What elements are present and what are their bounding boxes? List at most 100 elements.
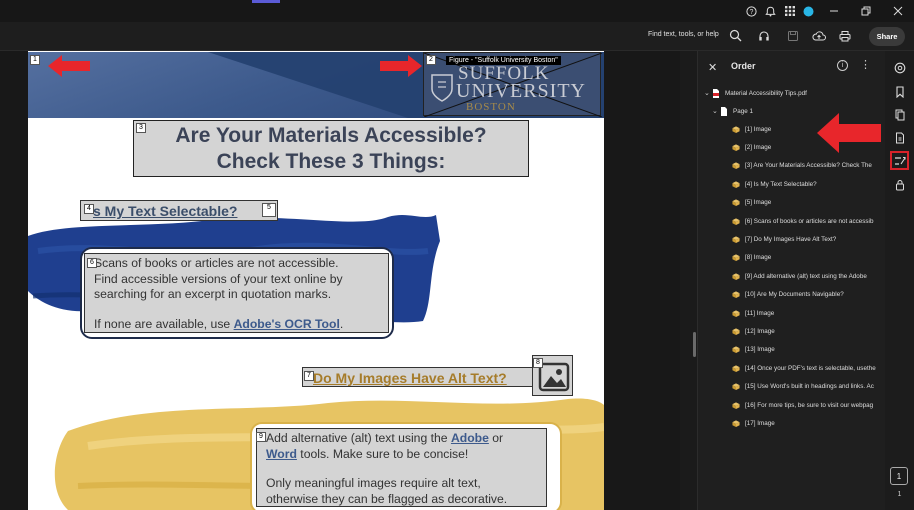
pdf-file-icon	[713, 88, 719, 98]
card2-line2-text: tools. Make sure to be concise!	[296, 446, 469, 461]
order-item[interactable]: [14] Once your PDF's text is selectable,…	[732, 361, 884, 375]
card1-line1: Scans of books or articles are not acces…	[94, 256, 339, 270]
tree-file-node[interactable]: ⌄ Material Accessibility Tips.pdf	[704, 86, 807, 100]
tag-number-8: 8	[533, 358, 543, 368]
order-item[interactable]: [10] Are My Documents Navigable?	[732, 288, 884, 302]
close-panel-icon[interactable]: ✕	[708, 61, 717, 74]
order-item[interactable]: [5] Image	[732, 196, 884, 210]
page-heading: Are Your Materials Accessible? Check The…	[133, 120, 529, 177]
active-tab-indicator	[252, 0, 280, 3]
current-page-input[interactable]: 1	[890, 467, 908, 485]
order-item-label: [3] Are Your Materials Accessible? Check…	[745, 162, 872, 170]
apps-grid-icon[interactable]	[780, 0, 799, 22]
tag-box-icon	[732, 236, 740, 243]
read-aloud-icon[interactable]	[756, 28, 772, 44]
attachment-icon[interactable]	[890, 128, 909, 147]
card2-line1: Add alternative (alt) text using the Ado…	[266, 431, 546, 447]
order-item[interactable]: [13] Image	[732, 343, 884, 357]
card1-line4: If none are available, use Adobe's OCR T…	[94, 317, 388, 333]
search-icon[interactable]	[729, 29, 742, 42]
tag-number-7: 7	[304, 371, 314, 381]
tag-box-icon	[732, 162, 740, 170]
order-item-label: [15] Use Word's built in headings and li…	[745, 383, 874, 391]
order-item-label: [12] Image	[745, 327, 775, 335]
card2-line3: Only meaningful images require alt text,	[266, 476, 481, 490]
order-item[interactable]: [6] Scans of books or articles are not a…	[732, 214, 884, 228]
bookmark-icon[interactable]	[890, 82, 909, 101]
order-item-label: [10] Are My Documents Navigable?	[745, 291, 844, 299]
pdf-page[interactable]: 1 SUFFOLK UNIVERSITY BOSTON 2 Figure - "…	[28, 51, 604, 510]
page-icon	[721, 106, 727, 116]
figure-tooltip: Figure - "Suffolk University Boston"	[446, 56, 561, 65]
find-input[interactable]: Find text, tools, or help	[648, 31, 719, 38]
restore-icon[interactable]	[850, 0, 882, 22]
share-button[interactable]: Share	[869, 27, 905, 46]
order-item[interactable]: [17] Image	[732, 416, 884, 430]
minimize-icon[interactable]	[818, 0, 850, 22]
more-options-icon[interactable]: ⋮	[860, 58, 871, 71]
tree-page-node[interactable]: ⌄ Page 1	[712, 104, 753, 118]
tag-box-icon	[732, 346, 740, 354]
order-item-label: [1] Image	[745, 125, 772, 133]
order-item[interactable]: [7] Do My Images Have Alt Text?	[732, 232, 884, 246]
card2-line4: otherwise they can be flagged as decorat…	[266, 491, 508, 506]
tag-box-icon	[732, 125, 740, 133]
order-item[interactable]: [8] Image	[732, 251, 884, 265]
card2-line1-end: or	[488, 431, 504, 445]
tag-number-9: 9	[256, 432, 266, 442]
title-bar: ?	[0, 0, 914, 22]
bell-icon[interactable]	[761, 0, 780, 22]
card2-line2: Word tools. Make sure to be concise!	[266, 447, 546, 463]
question-2-heading: Do My Images Have Alt Text?	[302, 367, 534, 387]
upload-cloud-icon[interactable]	[811, 28, 827, 44]
tag-number-1: 1	[30, 55, 40, 65]
vertical-scrollbar-handle[interactable]	[693, 332, 696, 357]
word-link[interactable]: Word	[266, 447, 297, 461]
print-icon[interactable]	[837, 28, 853, 44]
heading-line-2: Check These 3 Things:	[216, 150, 446, 173]
total-pages: 1	[897, 491, 902, 498]
protect-icon[interactable]	[890, 175, 909, 194]
save-icon[interactable]	[785, 28, 801, 44]
tag-box-icon	[732, 291, 740, 299]
comment-icon[interactable]	[890, 58, 909, 77]
tag-number-6: 6	[87, 258, 97, 268]
pages-icon[interactable]	[890, 105, 909, 124]
main-toolbar: Find text, tools, or help Share	[0, 22, 914, 51]
order-item-label: [14] Once your PDF's text is selectable,…	[745, 364, 876, 372]
card1-line3: searching for an excerpt in quotation ma…	[94, 287, 332, 301]
order-item[interactable]: [3] Are Your Materials Accessible? Check…	[732, 159, 884, 173]
order-item[interactable]: [12] Image	[732, 324, 884, 338]
info-icon[interactable]: i	[837, 60, 848, 71]
question-1-heading: s My Text Selectable?	[80, 200, 278, 221]
heading-line-1: Are Your Materials Accessible?	[175, 124, 487, 147]
order-item[interactable]: [15] Use Word's built in headings and li…	[732, 380, 884, 394]
order-item-label: [2] Image	[745, 143, 772, 151]
adobe-link[interactable]: Adobe	[451, 431, 489, 445]
profile-icon[interactable]	[799, 0, 818, 22]
document-viewport[interactable]: 1 SUFFOLK UNIVERSITY BOSTON 2 Figure - "…	[0, 51, 680, 510]
order-item-label: [7] Do My Images Have Alt Text?	[745, 235, 837, 243]
chevron-down-icon[interactable]: ⌄	[712, 107, 720, 115]
order-item[interactable]: [9] Add alternative (alt) text using the…	[732, 269, 884, 283]
right-tool-rail: 1 1	[885, 51, 914, 510]
close-icon[interactable]	[882, 0, 914, 22]
reading-order-icon[interactable]	[890, 151, 909, 170]
order-item[interactable]: [16] For more tips, be sure to visit our…	[732, 398, 884, 412]
chevron-down-icon[interactable]: ⌄	[704, 89, 712, 97]
tag-box-icon	[732, 144, 740, 151]
order-item[interactable]: [11] Image	[732, 306, 884, 320]
order-item-label: [16] For more tips, be sure to visit our…	[745, 401, 874, 409]
help-icon[interactable]: ?	[742, 0, 761, 22]
tip-card-2-text: Add alternative (alt) text using the Ado…	[256, 428, 547, 507]
tag-box-icon	[732, 254, 740, 262]
order-item-label: [6] Scans of books or articles are not a…	[745, 217, 874, 225]
adobe-ocr-tool-link[interactable]: Adobe's OCR Tool	[234, 317, 340, 331]
tag-box-icon	[732, 328, 740, 335]
tag-box-icon	[732, 383, 740, 391]
card1-line4-text: If none are available, use	[94, 316, 234, 331]
tag-number-3: 3	[136, 123, 146, 133]
tag-number-4: 4	[84, 204, 94, 214]
tip-card-1-text: Scans of books or articles are not acces…	[84, 253, 389, 333]
order-item[interactable]: [4] Is My Text Selectable?	[732, 177, 884, 191]
